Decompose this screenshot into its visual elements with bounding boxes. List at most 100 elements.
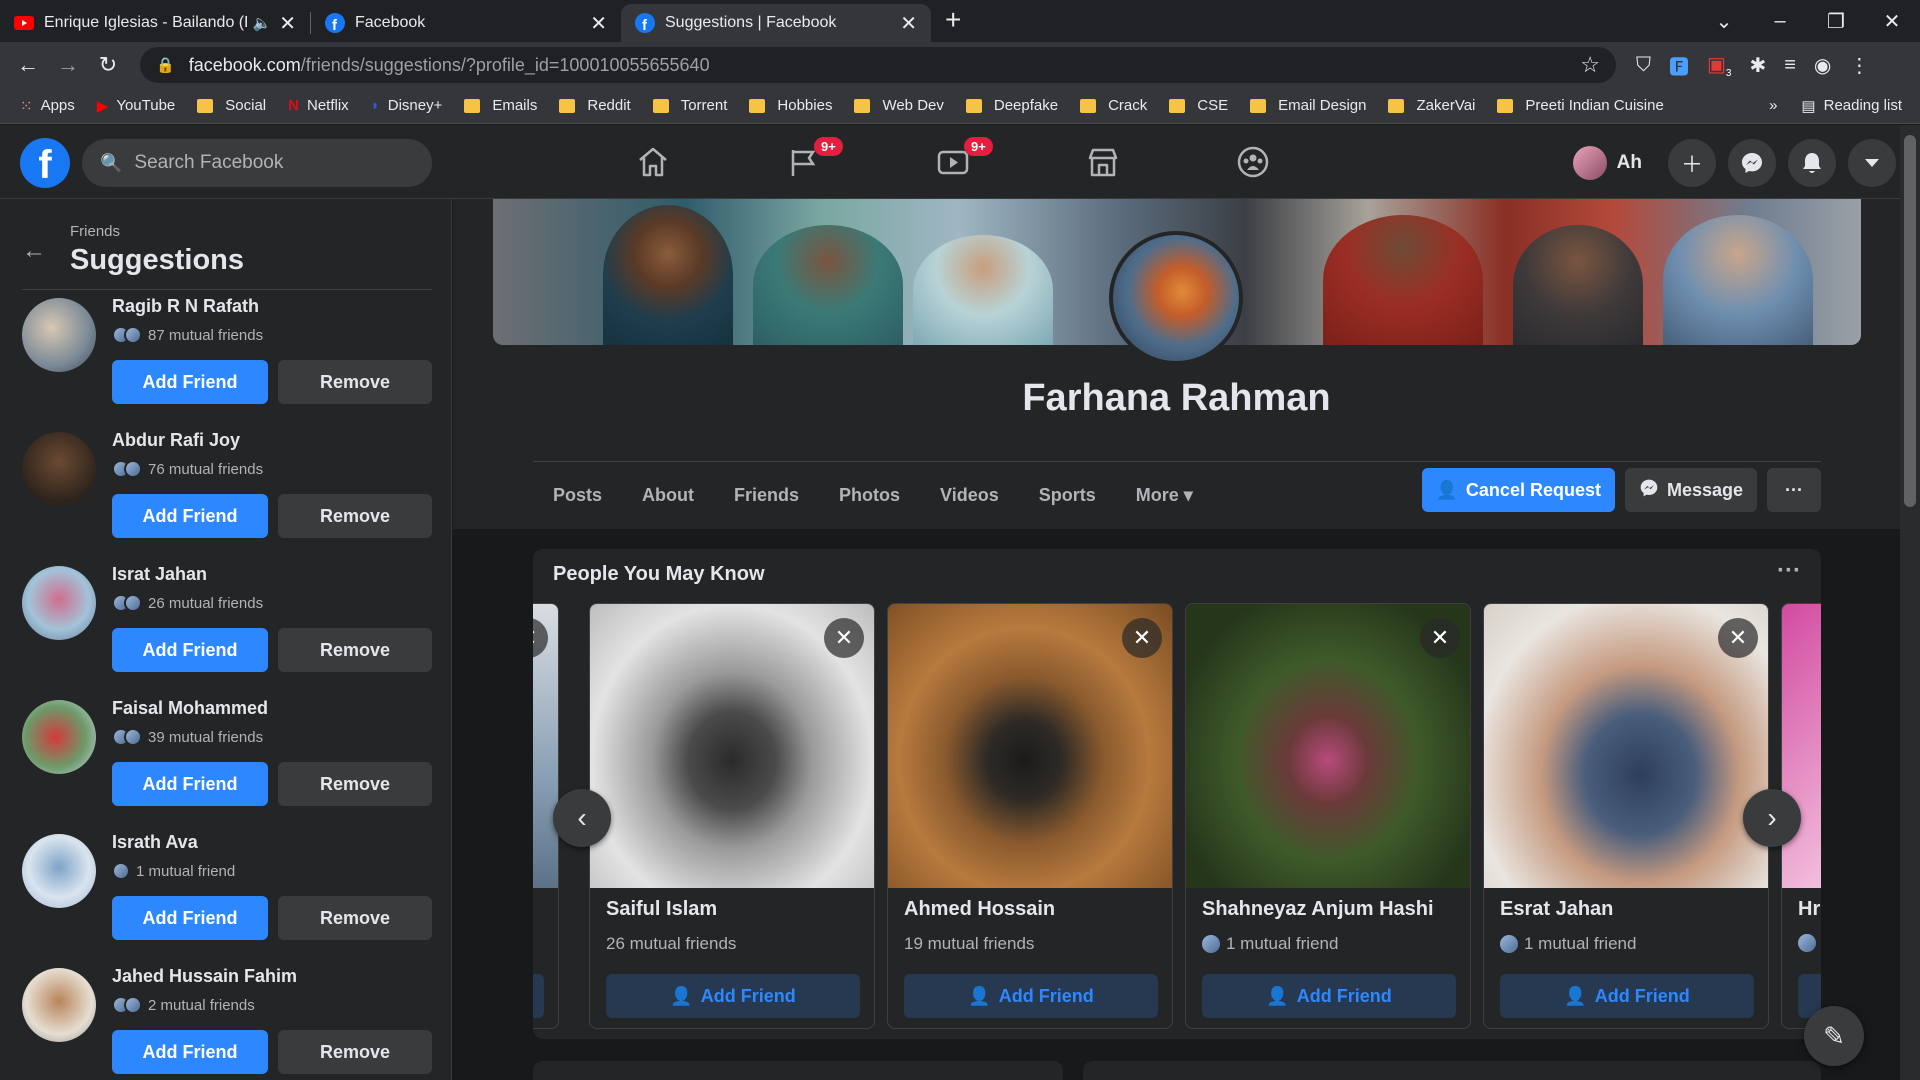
bookmark-email-design[interactable]: Email Design bbox=[1250, 97, 1366, 114]
remove-button[interactable]: Remove bbox=[278, 762, 432, 806]
bookmark-hobbies[interactable]: Hobbies bbox=[749, 97, 832, 114]
reading-list-icon[interactable]: ▤ bbox=[1801, 97, 1815, 115]
add-friend-button[interactable]: Add Friend bbox=[112, 494, 268, 538]
avatar[interactable] bbox=[22, 834, 96, 908]
ublock-extension-icon[interactable]: ⛉ bbox=[1636, 54, 1651, 77]
new-tab-button[interactable]: + bbox=[945, 4, 961, 36]
add-friend-button[interactable]: Add Friend bbox=[112, 762, 268, 806]
suggestion-name[interactable]: Jahed Hussain Fahim bbox=[112, 966, 297, 987]
maximize-icon[interactable]: ❐ bbox=[1808, 9, 1864, 34]
bookmark-cse[interactable]: CSE bbox=[1169, 97, 1228, 114]
tab-more[interactable]: More ▾ bbox=[1116, 485, 1213, 506]
nav-home[interactable] bbox=[578, 125, 728, 199]
suggestion-item[interactable]: Abdur Rafi Joy 76 mutual friends Add Fri… bbox=[22, 428, 432, 562]
tab-about[interactable]: About bbox=[622, 485, 714, 506]
new-message-compose-icon[interactable]: ✎ bbox=[1804, 1006, 1864, 1066]
bookmark-disney[interactable]: ◗ Disney+ bbox=[371, 97, 443, 114]
message-button[interactable]: Message bbox=[1624, 468, 1758, 512]
puzzle-extensions-icon[interactable]: ✱ bbox=[1749, 53, 1766, 78]
suggestion-name[interactable]: Israt Jahan bbox=[112, 564, 207, 585]
search-input[interactable]: 🔍 Search Facebook bbox=[82, 139, 432, 187]
bookmark-reddit[interactable]: Reddit bbox=[559, 97, 631, 114]
breadcrumb[interactable]: Friends bbox=[70, 223, 244, 240]
avatar[interactable] bbox=[22, 566, 96, 640]
section-more-button[interactable]: ··· bbox=[1777, 557, 1801, 585]
dismiss-icon[interactable]: ✕ bbox=[1420, 618, 1460, 658]
page-scrollbar[interactable] bbox=[1900, 125, 1920, 1080]
tab-videos[interactable]: Videos bbox=[920, 485, 1019, 506]
avatar[interactable] bbox=[22, 968, 96, 1042]
close-tab-icon[interactable]: ✕ bbox=[279, 11, 296, 36]
back-icon[interactable]: ← bbox=[8, 52, 48, 78]
bookmark-deepfake[interactable]: Deepfake bbox=[965, 97, 1058, 114]
add-friend-button[interactable]: Add Friend bbox=[112, 628, 268, 672]
card-photo[interactable] bbox=[1782, 604, 1821, 888]
dismiss-icon[interactable]: ✕ bbox=[1718, 618, 1758, 658]
nav-pages[interactable]: 9+ bbox=[728, 125, 878, 199]
carousel-prev-arrow-icon[interactable]: ‹ bbox=[553, 789, 611, 847]
card-name[interactable]: Saiful Islam bbox=[606, 898, 717, 921]
add-friend-button[interactable]: Add Friend bbox=[112, 360, 268, 404]
bookmark-youtube[interactable]: ▶ YouTube bbox=[97, 97, 176, 115]
create-plus-icon[interactable]: ＋ bbox=[1668, 139, 1716, 187]
add-friend-button[interactable]: Add Friend bbox=[112, 896, 268, 940]
reading-list-label[interactable]: Reading list bbox=[1824, 97, 1902, 114]
suggestion-name[interactable]: Israth Ava bbox=[112, 832, 198, 853]
browser-tab-youtube[interactable]: Enrique Iglesias - Bailando (E 🔈 ✕ bbox=[0, 4, 310, 42]
add-friend-button[interactable]: 👤 Add Friend bbox=[1500, 974, 1754, 1018]
tab-friends[interactable]: Friends bbox=[714, 485, 819, 506]
suggestion-name[interactable]: Faisal Mohammed bbox=[112, 698, 268, 719]
suggestion-item[interactable]: Israth Ava 1 mutual friend Add Friend Re… bbox=[22, 830, 432, 964]
add-friend-button[interactable]: 👤 Add Friend bbox=[1202, 974, 1456, 1018]
speaker-icon[interactable]: 🔈 bbox=[253, 14, 272, 32]
dismiss-icon[interactable]: ✕ bbox=[1122, 618, 1162, 658]
bookmark-torrent[interactable]: Torrent bbox=[652, 97, 727, 114]
forward-icon[interactable]: → bbox=[48, 52, 88, 78]
add-friend-button[interactable]: Add Friend bbox=[112, 1030, 268, 1074]
avatar[interactable] bbox=[22, 432, 96, 506]
remove-button[interactable]: Remove bbox=[278, 360, 432, 404]
browser-tab-facebook[interactable]: f Facebook ✕ bbox=[311, 4, 621, 42]
tab-sports[interactable]: Sports bbox=[1019, 485, 1116, 506]
carousel-next-arrow-icon[interactable]: › bbox=[1743, 789, 1801, 847]
suggestion-item[interactable]: Ragib R N Rafath 87 mutual friends Add F… bbox=[22, 294, 432, 428]
bookmark-netflix[interactable]: N Netflix bbox=[288, 97, 349, 114]
browser-tab-suggestions[interactable]: f Suggestions | Facebook ✕ bbox=[621, 4, 931, 42]
bookmark-emails[interactable]: Emails bbox=[464, 97, 537, 114]
suggestion-item[interactable]: Israt Jahan 26 mutual friends Add Friend… bbox=[22, 562, 432, 696]
card-name[interactable]: Ahmed Hossain bbox=[904, 898, 1055, 921]
remove-button[interactable]: Remove bbox=[278, 494, 432, 538]
add-friend-button[interactable]: 👤 Add Friend bbox=[904, 974, 1158, 1018]
avatar[interactable] bbox=[22, 700, 96, 774]
address-bar[interactable]: 🔒 facebook.com/friends/suggestions/?prof… bbox=[140, 47, 1616, 83]
scrollbar-thumb[interactable] bbox=[1904, 135, 1916, 507]
tab-posts[interactable]: Posts bbox=[533, 485, 622, 506]
more-options-button[interactable]: ··· bbox=[1767, 468, 1821, 512]
close-window-icon[interactable]: ✕ bbox=[1864, 9, 1920, 34]
remove-button[interactable]: Remove bbox=[278, 1030, 432, 1074]
bookmark-webdev[interactable]: Web Dev bbox=[854, 97, 944, 114]
card-name[interactable]: Shahneyaz Anjum Hashi bbox=[1202, 898, 1434, 921]
notifications-bell-icon[interactable] bbox=[1788, 139, 1836, 187]
suggestion-name[interactable]: Ragib R N Rafath bbox=[112, 296, 259, 317]
bookmark-preeti[interactable]: Preeti Indian Cuisine bbox=[1497, 97, 1664, 114]
bookmarks-overflow-button[interactable]: » bbox=[1769, 97, 1777, 114]
nav-groups[interactable] bbox=[1178, 125, 1328, 199]
facebook-logo[interactable]: f bbox=[20, 138, 70, 188]
bookmark-apps[interactable]: ⁙ Apps bbox=[20, 97, 75, 115]
tab-photos[interactable]: Photos bbox=[819, 485, 920, 506]
close-tab-icon[interactable]: ✕ bbox=[590, 11, 607, 36]
close-tab-icon[interactable]: ✕ bbox=[900, 11, 917, 36]
bookmark-zakervai[interactable]: ZakerVai bbox=[1388, 97, 1475, 114]
suggestion-item[interactable]: Faisal Mohammed 39 mutual friends Add Fr… bbox=[22, 696, 432, 830]
dismiss-icon[interactable]: ✕ bbox=[824, 618, 864, 658]
red-extension-icon[interactable]: ▣3 bbox=[1707, 52, 1731, 79]
profile-avatar[interactable] bbox=[1109, 231, 1243, 365]
pymk-card[interactable]: ✕ Saiful Islam 26 mutual friends 👤 Add Fr… bbox=[589, 603, 875, 1029]
avatar[interactable] bbox=[22, 298, 96, 372]
profile-shortcut[interactable]: Ah bbox=[1569, 140, 1656, 186]
messenger-icon[interactable] bbox=[1728, 139, 1776, 187]
card-name[interactable]: Esrat Jahan bbox=[1500, 898, 1613, 921]
remove-button[interactable]: Remove bbox=[278, 628, 432, 672]
add-friend-button[interactable] bbox=[533, 974, 544, 1018]
